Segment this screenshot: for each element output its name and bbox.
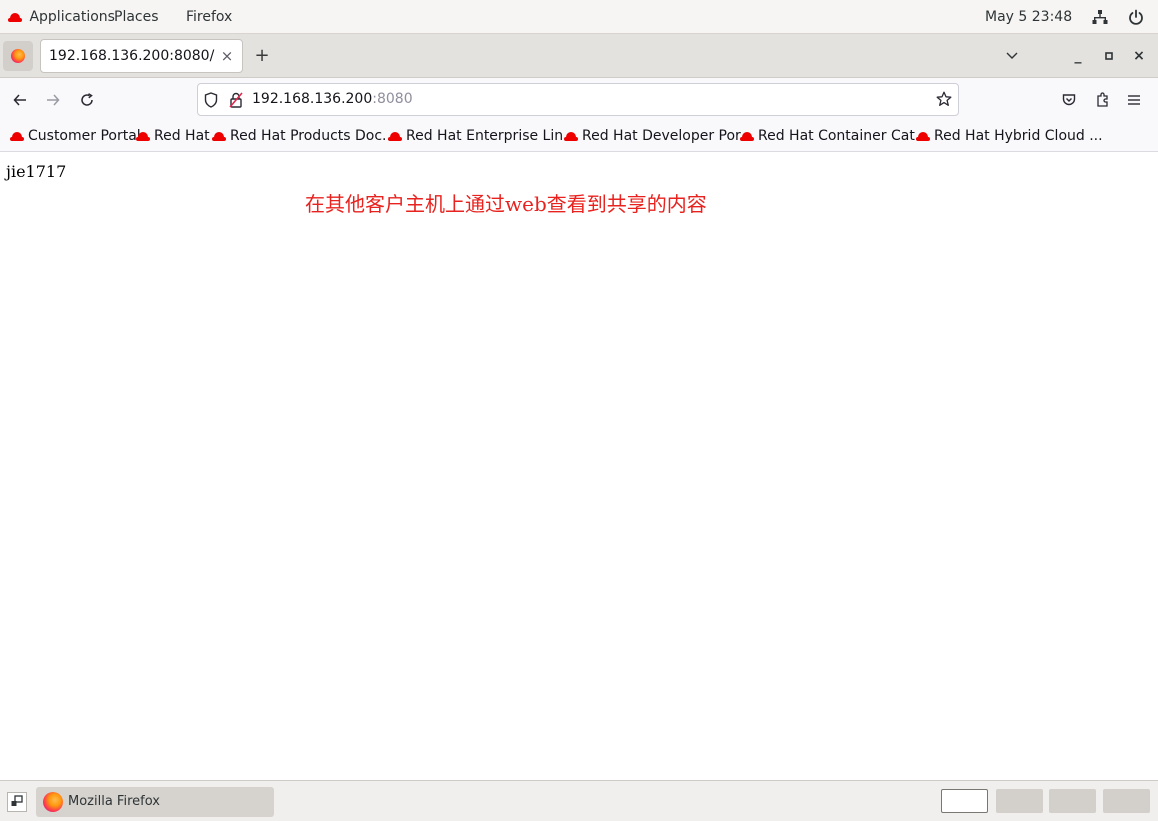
bookmark-label: Red Hat: [154, 128, 210, 144]
tab-strip: 192.168.136.200:8080/ × + _ ×: [0, 34, 1158, 78]
window-taskbar: Mozilla Firefox: [0, 780, 1158, 821]
redhat-favicon-icon: [740, 131, 754, 141]
tab-close-icon[interactable]: ×: [218, 40, 236, 72]
bookmarks-toolbar: Customer Portal Red Hat Red Hat Products…: [0, 122, 1158, 152]
close-window-button[interactable]: ×: [1129, 34, 1149, 78]
system-top-bar: Applications Places Firefox May 5 23:48: [0, 0, 1158, 34]
redhat-favicon-icon: [136, 131, 150, 141]
applications-label: Applications: [29, 9, 115, 25]
places-menu[interactable]: Places: [114, 0, 159, 34]
redhat-logo-icon: [8, 12, 22, 22]
back-button[interactable]: [9, 78, 31, 122]
forward-button[interactable]: [42, 78, 64, 122]
taskbar-window-label: Mozilla Firefox: [68, 794, 160, 809]
workspace-1[interactable]: [941, 789, 988, 813]
applications-menu[interactable]: Applications: [8, 0, 115, 34]
clock[interactable]: May 5 23:48: [985, 0, 1072, 34]
pocket-icon[interactable]: [1058, 78, 1080, 122]
app-menu-icon[interactable]: [1123, 78, 1145, 122]
list-tabs-icon[interactable]: [1002, 34, 1022, 78]
bookmark-customer-portal[interactable]: Customer Portal: [10, 122, 141, 152]
tab-title: 192.168.136.200:8080/: [49, 48, 215, 64]
insecure-lock-icon[interactable]: [229, 92, 243, 112]
annotation-text: 在其他客户主机上通过web查看到共享的内容: [305, 192, 707, 216]
redhat-favicon-icon: [564, 131, 578, 141]
bookmark-label: Red Hat Container Cat...: [758, 128, 929, 144]
reload-button[interactable]: [76, 78, 98, 122]
url-host: 192.168.136.200: [252, 91, 373, 107]
tab-active[interactable]: 192.168.136.200:8080/ ×: [40, 39, 243, 73]
bookmark-label: Red Hat Enterprise Lin...: [406, 128, 577, 144]
bookmark-star-icon[interactable]: [936, 91, 952, 111]
minimize-button[interactable]: _: [1068, 34, 1088, 78]
active-app-menu[interactable]: Firefox: [186, 0, 232, 34]
firefox-logo-icon: [11, 49, 25, 63]
workspace-4[interactable]: [1103, 789, 1150, 813]
redhat-favicon-icon: [10, 131, 24, 141]
bookmark-red-hat-container-catalog[interactable]: Red Hat Container Cat...: [740, 122, 928, 152]
workspace-2[interactable]: [996, 789, 1043, 813]
bookmark-red-hat-hybrid-cloud[interactable]: Red Hat Hybrid Cloud ...: [916, 122, 1103, 152]
firefox-logo-icon: [43, 792, 63, 812]
url-port: :8080: [372, 91, 413, 107]
url-bar[interactable]: 192.168.136.200:8080: [197, 83, 959, 116]
extensions-icon[interactable]: [1092, 78, 1114, 122]
bookmark-label: Customer Portal: [28, 128, 141, 144]
url-text[interactable]: 192.168.136.200:8080: [252, 84, 413, 115]
redhat-favicon-icon: [916, 131, 930, 141]
page-body-text: jie1717: [6, 162, 67, 181]
bookmark-red-hat-enterprise-linux[interactable]: Red Hat Enterprise Lin...: [388, 122, 576, 152]
bookmark-label: Red Hat Hybrid Cloud ...: [934, 128, 1103, 144]
firefox-view-button[interactable]: [3, 41, 33, 71]
network-icon[interactable]: [1092, 0, 1110, 34]
power-icon[interactable]: [1128, 0, 1146, 34]
bookmark-label: Red Hat Developer Por...: [582, 128, 753, 144]
bookmark-red-hat-products-doc[interactable]: Red Hat Products Doc...: [212, 122, 395, 152]
bookmark-red-hat-developer-portal[interactable]: Red Hat Developer Por...: [564, 122, 753, 152]
navigation-toolbar: 192.168.136.200:8080: [0, 78, 1158, 122]
tracking-protection-shield-icon[interactable]: [204, 92, 218, 112]
maximize-button[interactable]: [1099, 34, 1119, 78]
taskbar-window-firefox[interactable]: Mozilla Firefox: [36, 787, 274, 817]
redhat-favicon-icon: [388, 131, 402, 141]
bookmark-red-hat[interactable]: Red Hat: [136, 122, 210, 152]
workspace-3[interactable]: [1049, 789, 1096, 813]
show-desktop-icon[interactable]: [7, 792, 27, 812]
redhat-favicon-icon: [212, 131, 226, 141]
page-content: jie1717 在其他客户主机上通过web查看到共享的内容: [0, 152, 1158, 780]
new-tab-button[interactable]: +: [252, 39, 272, 73]
bookmark-label: Red Hat Products Doc...: [230, 128, 396, 144]
